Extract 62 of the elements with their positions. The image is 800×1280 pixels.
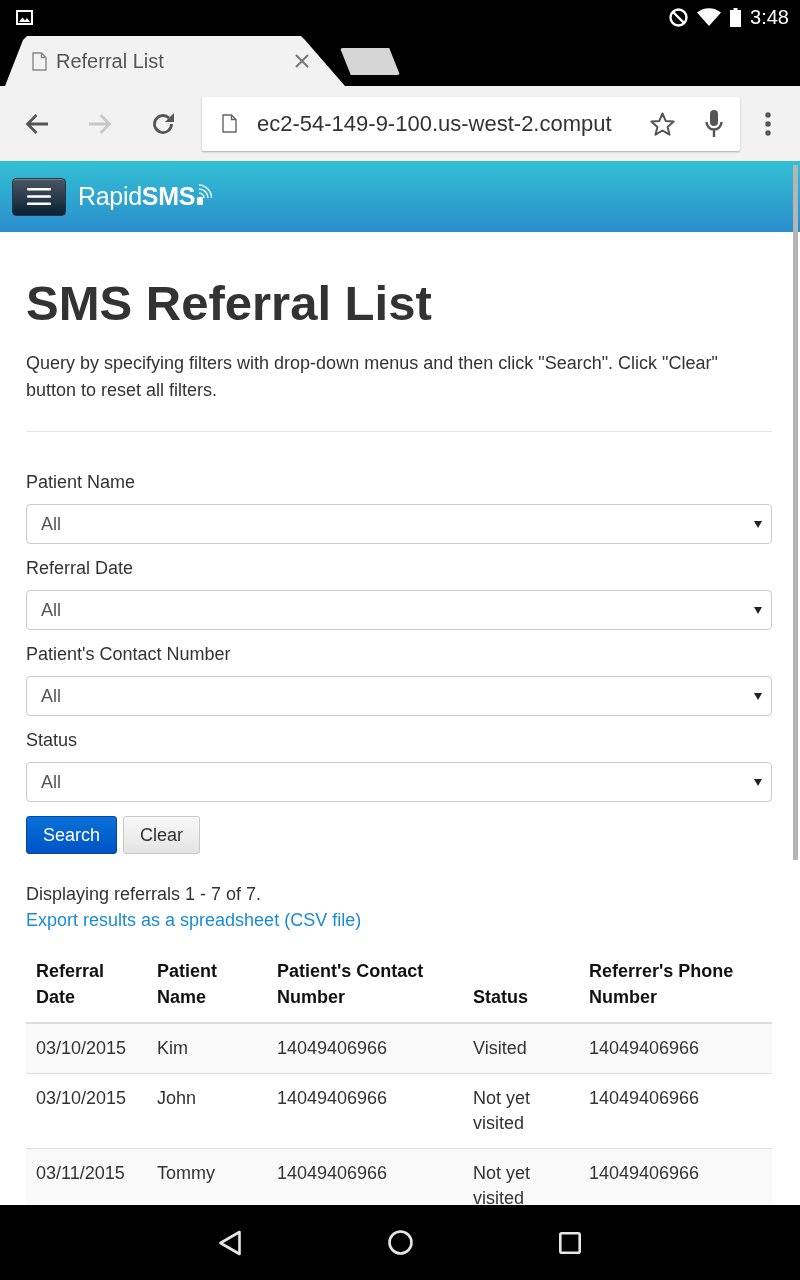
filter-select[interactable]: All (26, 504, 772, 544)
export-link[interactable]: Export results as a spreadsheet (CSV file) (26, 907, 362, 933)
table-cell: 14049406966 (579, 1073, 772, 1149)
filter-select[interactable]: All (26, 590, 772, 630)
square-recents-icon (559, 1231, 581, 1254)
table-cell: Not yet visited (463, 1073, 579, 1149)
intro-text: Query by specifying filters with drop-down menus and then click "Search". Click "Clear" button to reset all filters. (26, 352, 719, 402)
results-summary: Displaying referrals 1 - 7 of 7. (26, 883, 263, 906)
filter-label: Referral Date (26, 557, 135, 580)
image-icon (16, 9, 33, 25)
table-cell: Not yet visited (463, 1148, 579, 1205)
signal-waves-icon (196, 183, 213, 206)
more-options-button[interactable] (765, 111, 771, 136)
document-icon (32, 51, 47, 71)
table-cell: 14049406966 (267, 1023, 463, 1074)
star-icon (650, 111, 675, 136)
clear-button[interactable]: Clear (123, 816, 201, 854)
table-cell: Visited (463, 1023, 579, 1074)
close-icon (295, 54, 309, 68)
table-cell: 03/10/2015 (26, 1073, 147, 1149)
address-bar[interactable]: ec2-54-149-9-100.us-west-2.comput (202, 96, 740, 151)
tab-title: Referral List (56, 49, 165, 73)
back-arrow-icon (25, 112, 49, 135)
table-cell: Tommy (147, 1148, 267, 1205)
menu-icon (27, 188, 51, 205)
battery-icon (730, 7, 742, 27)
document-icon (222, 114, 237, 133)
wifi-icon (697, 8, 722, 26)
filter-select[interactable]: All (26, 676, 772, 716)
filter-label: Patient Name (26, 471, 137, 494)
filter-label: Patient's Contact Number (26, 643, 232, 666)
table-cell: 03/10/2015 (26, 1023, 147, 1074)
filter-select[interactable]: All (26, 762, 772, 802)
table-cell: Kim (147, 1023, 267, 1074)
vertical-dots-icon (765, 111, 771, 136)
url-text: ec2-54-149-9-100.us-west-2.comput (257, 110, 613, 137)
caret-icon (754, 692, 762, 700)
microphone-icon (705, 110, 723, 137)
bookmark-button[interactable] (650, 111, 675, 136)
caret-icon (754, 520, 762, 528)
search-button[interactable]: Search (26, 816, 118, 854)
clock-time: 3:48 (750, 5, 789, 29)
home-button[interactable] (385, 1227, 415, 1258)
table-cell: 14049406966 (267, 1148, 463, 1205)
menu-button[interactable] (12, 177, 66, 216)
table-cell: 14049406966 (267, 1073, 463, 1149)
table-cell: 14049406966 (579, 1148, 772, 1205)
caret-icon (754, 606, 762, 614)
browser-tab[interactable]: Referral List (5, 36, 345, 86)
table-cell: John (147, 1073, 267, 1149)
circle-home-icon (387, 1230, 413, 1255)
filter-label: Status (26, 729, 79, 752)
close-tab-button[interactable] (295, 54, 309, 68)
table-cell: 14049406966 (579, 1023, 772, 1074)
table-cell: 03/11/2015 (26, 1148, 147, 1205)
voice-search-button[interactable] (705, 110, 723, 137)
reload-icon (151, 111, 175, 136)
forward-arrow-icon (88, 112, 112, 135)
triangle-back-icon (218, 1229, 242, 1256)
do-not-disturb-icon (669, 7, 689, 27)
caret-icon (754, 778, 762, 786)
page-title: SMS Referral List (26, 276, 433, 330)
